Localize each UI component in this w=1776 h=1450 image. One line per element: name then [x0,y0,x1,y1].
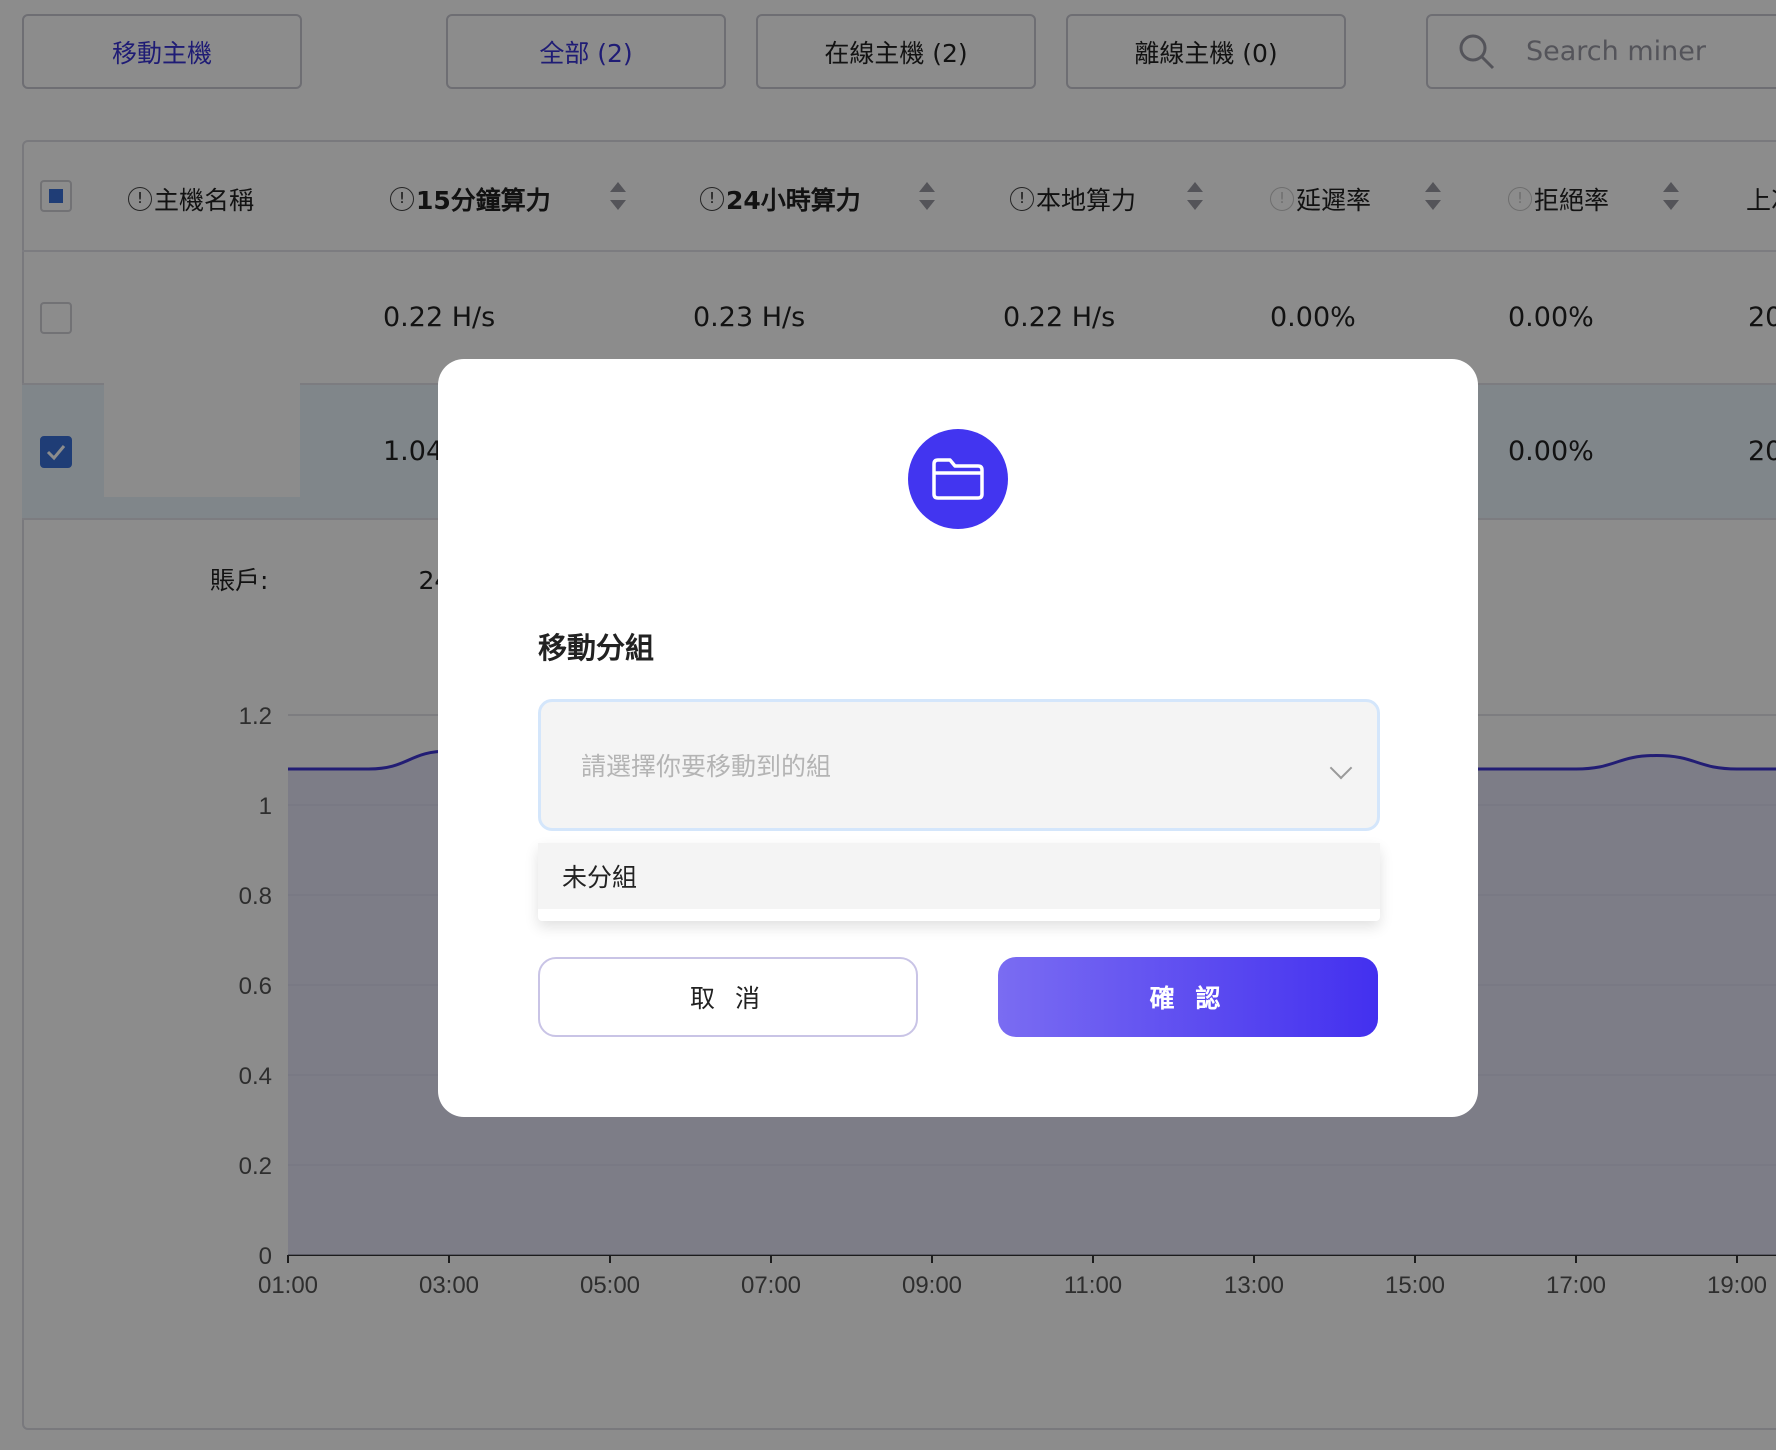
group-dropdown: 未分組 [538,843,1380,921]
modal-title: 移動分組 [538,631,655,665]
dropdown-option-ungrouped[interactable]: 未分組 [538,843,1380,909]
confirm-button[interactable]: 確 認 [998,957,1378,1037]
folder-icon [932,458,984,500]
cancel-button[interactable]: 取 消 [538,957,918,1037]
chevron-down-icon [1329,756,1353,780]
folder-icon-badge [908,429,1008,529]
group-select-placeholder: 請選擇你要移動到的組 [581,752,832,781]
move-group-modal: 移動分組 請選擇你要移動到的組 未分組 取 消 確 認 [438,359,1478,1117]
group-select[interactable]: 請選擇你要移動到的組 [538,699,1380,831]
